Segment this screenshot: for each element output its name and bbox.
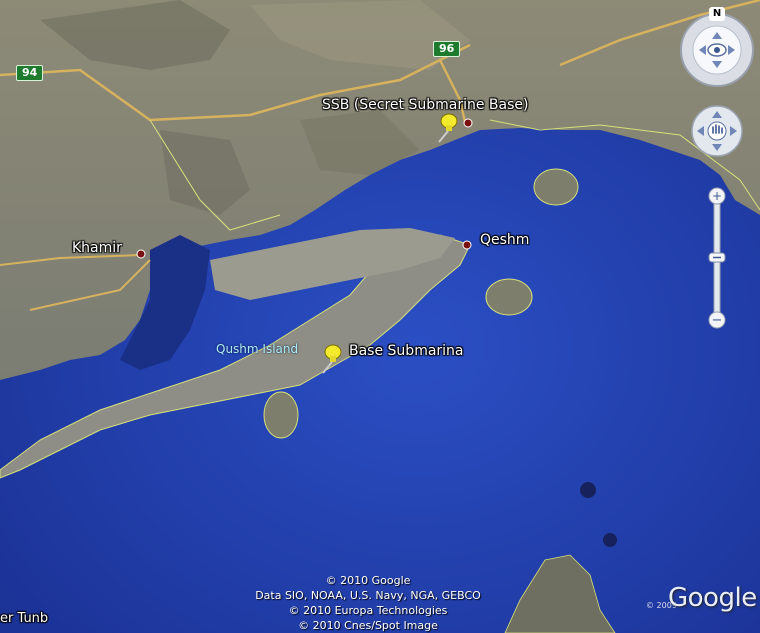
map-view[interactable]: 94 96 SSB (Secret Submarine Base) Qeshm … <box>0 0 760 633</box>
road-shield-94: 94 <box>16 65 44 81</box>
qeshm-city-dot-icon[interactable] <box>462 240 472 250</box>
base-submarina-label[interactable]: Base Submarina <box>349 343 464 359</box>
move-control[interactable] <box>691 105 743 157</box>
north-indicator-icon[interactable]: N <box>709 7 725 21</box>
islet <box>263 391 299 439</box>
reef <box>603 533 617 547</box>
credit-line: Data SIO, NOAA, U.S. Navy, NGA, GEBCO <box>255 589 481 602</box>
credit-line: © 2010 Cnes/Spot Image <box>298 619 438 632</box>
google-logo: Google <box>668 583 757 613</box>
islet <box>533 168 579 206</box>
qeshm-label[interactable]: Qeshm <box>480 232 529 248</box>
ssb-pin-icon[interactable] <box>434 112 464 144</box>
credit-line: © 2010 Europa Technologies <box>288 604 448 617</box>
svg-text:+: + <box>712 189 722 203</box>
khamir-city-dot-icon[interactable] <box>136 249 146 259</box>
tunb-label: er Tunb <box>0 611 49 626</box>
zoom-slider[interactable]: + − <box>707 186 727 331</box>
ssb-city-dot-icon[interactable] <box>463 118 473 128</box>
islet <box>485 278 533 316</box>
svg-text:−: − <box>712 313 723 328</box>
qushm-island-label: Qushm Island <box>216 342 299 356</box>
map-credits: © 2010 Google Data SIO, NOAA, U.S. Navy,… <box>248 573 488 633</box>
satellite-map[interactable] <box>0 0 760 633</box>
look-around-control[interactable] <box>678 9 756 89</box>
khamir-label[interactable]: Khamir <box>72 240 122 256</box>
ssb-label[interactable]: SSB (Secret Submarine Base) <box>322 97 529 113</box>
base-submarina-pin-icon[interactable] <box>318 343 348 375</box>
road-shield-96: 96 <box>433 41 461 57</box>
credit-line: © 2010 Google <box>325 574 411 587</box>
reef <box>580 482 596 498</box>
